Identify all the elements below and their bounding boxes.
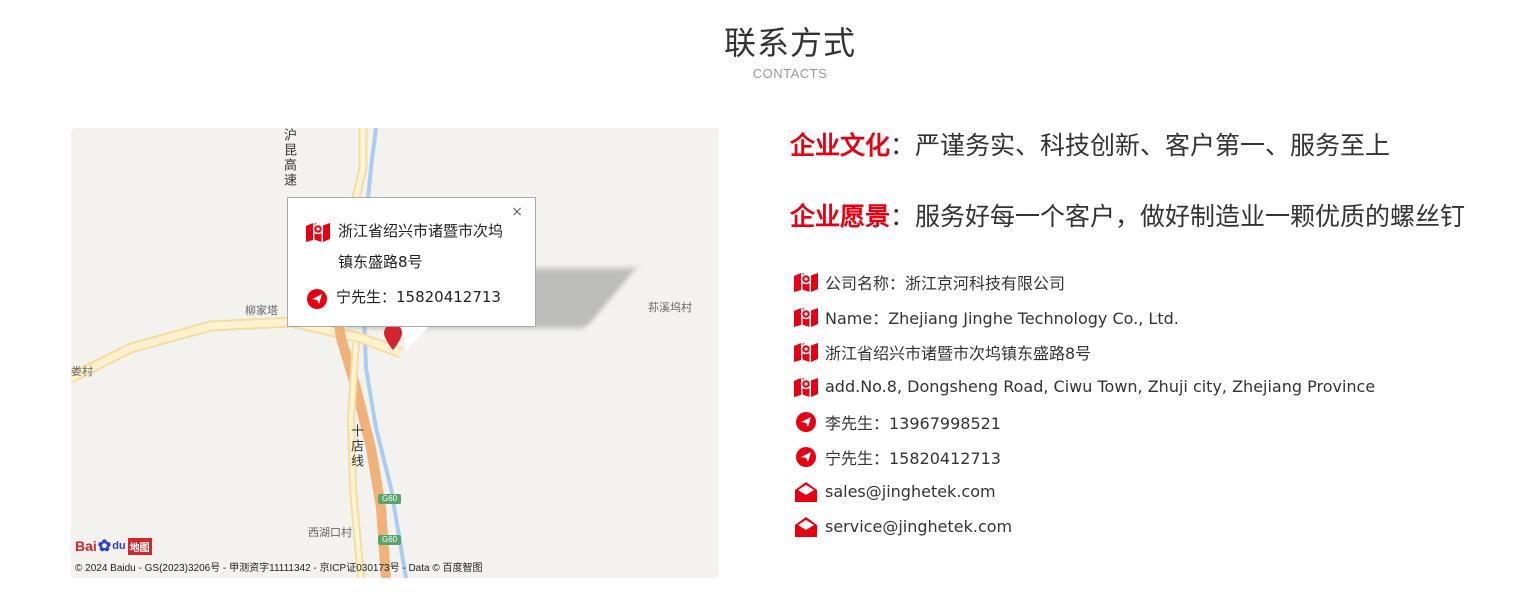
g60-shield: G60 xyxy=(378,535,402,545)
map-label-shidianxian: 十店线 xyxy=(348,424,363,469)
phone-icon xyxy=(794,410,818,434)
baidu-map[interactable]: 沪昆高速 柳家塔 荪溪坞村 娄村 十店线 西湖口村 G60 G60 × 浙江省绍… xyxy=(71,128,719,578)
contact-text: Name：Zhejiang Jinghe Technology Co., Ltd… xyxy=(825,308,1179,328)
culture-label: 企业文化 xyxy=(790,131,891,160)
mail-icon xyxy=(794,515,818,539)
contact-item-email-service[interactable]: service@jinghetek.com xyxy=(794,509,1375,544)
contact-text: 公司名称：浙江京河科技有限公司 xyxy=(825,273,1066,293)
map-icon xyxy=(794,375,818,399)
infowindow-contact: 宁先生：15820412713 xyxy=(306,282,501,314)
phone-icon xyxy=(794,445,818,469)
map-roads xyxy=(71,128,408,578)
contact-item-phone-ning[interactable]: 宁先生：15820412713 xyxy=(794,439,1375,474)
contact-text: 浙江省绍兴市诸暨市次坞镇东盛路8号 xyxy=(825,343,1092,363)
map-infowindow: × 浙江省绍兴市诸暨市次坞 镇东盛路8号 宁先生：15820412713 xyxy=(287,197,536,327)
map-copyright: © 2024 Baidu - GS(2023)3206号 - 甲测资字11111… xyxy=(75,563,483,574)
contact-item-name-en: Name：Zhejiang Jinghe Technology Co., Ltd… xyxy=(794,299,1375,334)
map-icon xyxy=(306,222,330,246)
contact-item-address-en: add.No.8, Dongsheng Road, Ciwu Town, Zhu… xyxy=(794,369,1375,404)
infowindow-address-line1: 浙江省绍兴市诸暨市次坞 xyxy=(338,222,504,240)
logo-du: du xyxy=(112,540,126,552)
logo-bai: Bai xyxy=(75,538,97,554)
baidu-logo[interactable]: Bai ✿ du 地图 xyxy=(75,536,152,556)
contact-text: sales@jinghetek.com xyxy=(825,482,996,501)
phone-icon xyxy=(306,288,328,314)
map-label-loucun: 娄村 xyxy=(71,365,93,378)
paw-icon: ✿ xyxy=(97,538,112,555)
map-icon xyxy=(794,340,818,364)
culture-text: ：严谨务实、科技创新、客户第一、服务至上 xyxy=(890,131,1391,160)
contact-text: add.No.8, Dongsheng Road, Ciwu Town, Zhu… xyxy=(825,377,1376,396)
infowindow-contact-text: 宁先生：15820412713 xyxy=(336,288,501,306)
infowindow-address: 浙江省绍兴市诸暨市次坞 镇东盛路8号 xyxy=(306,216,503,278)
contact-item-email-sales[interactable]: sales@jinghetek.com xyxy=(794,474,1375,509)
map-label-xixiwucun: 荪溪坞村 xyxy=(648,301,692,314)
map-label-xihukoucun: 西湖口村 xyxy=(308,526,352,539)
contact-list: 公司名称：浙江京河科技有限公司 Name：Zhejiang Jinghe Tec… xyxy=(794,264,1375,544)
close-icon[interactable]: × xyxy=(511,204,523,220)
location-pin-icon[interactable] xyxy=(384,324,402,350)
contact-text: 李先生：13967998521 xyxy=(825,413,1001,433)
vision-label: 企业愿景 xyxy=(790,202,891,231)
map-label-highway: 沪昆高速 xyxy=(281,128,296,188)
infowindow-address-line2: 镇东盛路8号 xyxy=(338,253,423,271)
contact-text: 宁先生：15820412713 xyxy=(825,448,1001,468)
map-icon xyxy=(794,305,818,329)
vision-text: ：服务好每一个客户，做好制造业一颗优质的螺丝钉 xyxy=(890,202,1466,231)
logo-ditu: 地图 xyxy=(127,537,152,555)
section-subtitle: CONTACTS xyxy=(752,66,828,81)
g60-shield: G60 xyxy=(378,494,402,504)
mail-icon xyxy=(794,480,818,504)
contact-item-company-name: 公司名称：浙江京河科技有限公司 xyxy=(794,264,1375,299)
contact-item-address-cn: 浙江省绍兴市诸暨市次坞镇东盛路8号 xyxy=(794,334,1375,369)
infowindow-pointer xyxy=(401,326,429,350)
map-label-liujiata: 柳家塔 xyxy=(245,304,278,317)
company-vision: 企业愿景：服务好每一个客户，做好制造业一颗优质的螺丝钉 xyxy=(790,197,1465,233)
map-icon xyxy=(794,270,818,294)
section-title: 联系方式 xyxy=(723,24,856,62)
company-culture: 企业文化：严谨务实、科技创新、客户第一、服务至上 xyxy=(790,126,1390,162)
contact-text: service@jinghetek.com xyxy=(825,517,1013,536)
contact-item-phone-li[interactable]: 李先生：13967998521 xyxy=(794,404,1375,439)
